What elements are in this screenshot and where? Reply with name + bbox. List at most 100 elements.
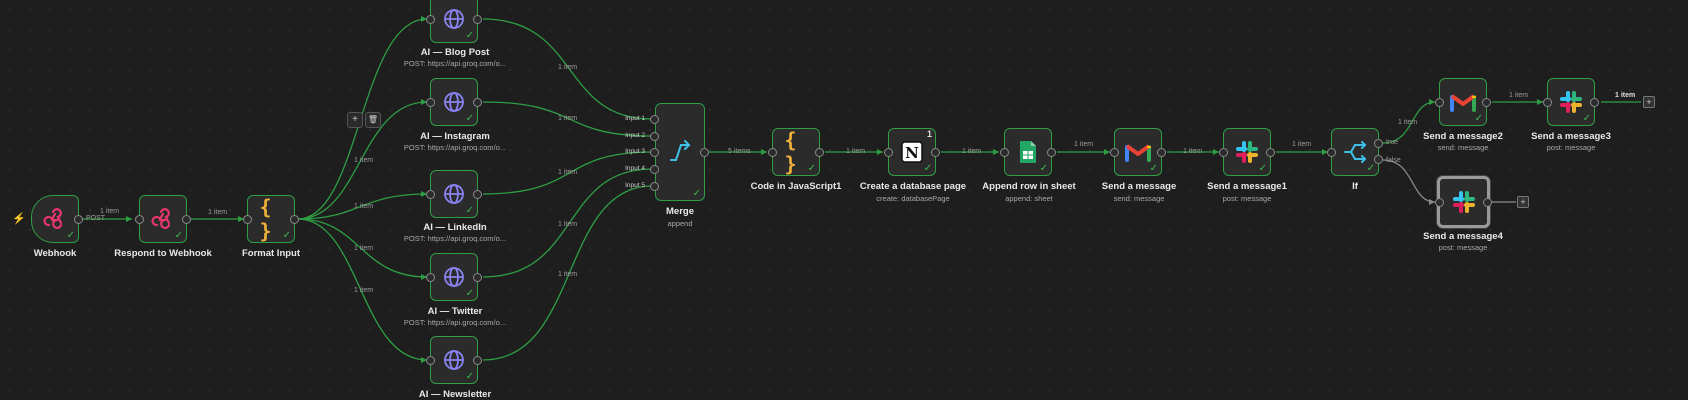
node-ai-linkedin[interactable]: ✓ [426, 170, 482, 218]
edge-item-count: 1 item [558, 64, 578, 71]
success-check-icon: ✓ [465, 371, 474, 382]
input-handle[interactable] [1543, 97, 1552, 107]
output-handle[interactable] [1482, 97, 1491, 107]
output-handle[interactable] [1590, 97, 1599, 107]
merge-input-handle-1[interactable] [650, 115, 659, 124]
webhook-icon [43, 208, 63, 229]
node-title: If [1352, 181, 1358, 192]
merge-icon [670, 140, 691, 161]
add-node-button[interactable]: + [347, 112, 363, 128]
node-title: AI — Blog Post [420, 47, 490, 58]
output-handle[interactable] [700, 147, 709, 157]
input-handle[interactable] [426, 189, 435, 199]
output-handle[interactable] [815, 147, 824, 157]
node-send-message4-slack[interactable] [1435, 176, 1492, 228]
edge-item-count: 1 item [558, 271, 578, 278]
globe-icon [444, 92, 464, 112]
input-handle[interactable] [768, 147, 777, 157]
node-merge[interactable]: ✓ [655, 103, 709, 201]
input-handle[interactable] [135, 214, 144, 224]
node-ai-newsletter[interactable]: ✓ [426, 336, 482, 384]
output-handle[interactable] [473, 14, 482, 24]
delete-node-button[interactable]: 🗑 [365, 112, 381, 128]
success-check-icon: ✓ [692, 188, 701, 199]
slack-icon [1452, 191, 1475, 213]
notion-icon: N [901, 141, 923, 163]
input-handle[interactable] [1327, 147, 1336, 157]
globe-icon [444, 9, 464, 29]
merge-input-handle-5[interactable] [650, 182, 659, 191]
add-next-node-button[interactable]: + [1517, 196, 1529, 208]
output-handle[interactable] [1047, 147, 1056, 157]
edge-item-count: 1 item [558, 221, 578, 228]
input-handle[interactable] [426, 272, 435, 282]
input-handle[interactable] [1435, 97, 1444, 107]
node-send-message1-slack[interactable]: ✓ [1219, 128, 1275, 176]
node-ai-blog-post[interactable]: ✓ [426, 0, 482, 43]
node-webhook[interactable]: ✓ [31, 195, 83, 243]
input-handle[interactable] [426, 355, 435, 365]
merge-input-handle-2[interactable] [650, 132, 659, 141]
output-handle[interactable] [1483, 197, 1492, 207]
input-handle[interactable] [1435, 197, 1444, 207]
success-check-icon: ✓ [1149, 163, 1158, 174]
edge-item-count: 1 item [354, 245, 374, 252]
node-ai-instagram[interactable]: ✓ [426, 78, 482, 126]
node-subtitle: post: message [1222, 194, 1272, 203]
success-check-icon: ✓ [174, 230, 183, 241]
node-send-message3-slack[interactable]: ✓ [1543, 78, 1599, 126]
success-check-icon: ✓ [1474, 113, 1483, 124]
google-sheets-icon [1020, 141, 1036, 163]
edge-item-count: 5 items [728, 148, 751, 155]
input-handle[interactable] [243, 214, 252, 224]
input-handle[interactable] [1219, 147, 1228, 157]
output-handle[interactable] [74, 214, 83, 224]
node-send-message2-gmail[interactable]: ✓ [1435, 78, 1491, 126]
arrow-sheets [993, 149, 999, 155]
node-format-input[interactable]: { } ✓ [243, 195, 299, 243]
output-handle[interactable] [182, 214, 191, 224]
merge-input-label: Input 2 [625, 132, 645, 139]
input-handle[interactable] [1000, 147, 1009, 157]
edge-item-count: 1 item [558, 115, 578, 122]
node-respond-to-webhook[interactable]: ✓ [135, 195, 191, 243]
globe-icon [444, 267, 464, 287]
gmail-icon [1125, 144, 1151, 162]
output-handle-true[interactable] [1374, 138, 1383, 148]
edge-item-count: 1 item [1509, 92, 1529, 99]
output-handle[interactable] [931, 147, 940, 157]
input-handle[interactable] [426, 97, 435, 107]
node-send-message-gmail[interactable]: ✓ [1110, 128, 1166, 176]
input-handle[interactable] [884, 147, 893, 157]
run-count-badge: 1 [926, 129, 932, 139]
node-ai-twitter[interactable]: ✓ [426, 253, 482, 301]
node-if[interactable]: ✓ [1327, 128, 1383, 176]
node-title: Format Input [241, 248, 301, 259]
arrow-webhook-respond [126, 216, 132, 222]
edge-item-count: 1 item [1292, 141, 1312, 148]
node-title: Send a message3 [1531, 131, 1611, 142]
input-handle[interactable] [426, 14, 435, 24]
add-next-node-button[interactable]: + [1643, 96, 1655, 108]
node-create-database-page[interactable]: N 1 ✓ [884, 128, 940, 176]
edge-item-count: 1 item [846, 148, 866, 155]
node-title: AI — LinkedIn [423, 222, 487, 233]
merge-input-handle-3[interactable] [650, 148, 659, 157]
node-code-javascript[interactable]: { } ✓ [768, 128, 824, 176]
output-handle[interactable] [473, 272, 482, 282]
merge-input-handle-4[interactable] [650, 165, 659, 174]
output-handle-false[interactable] [1374, 154, 1383, 164]
output-handle[interactable] [290, 214, 299, 224]
node-append-row-sheet[interactable]: ✓ [1000, 128, 1056, 176]
edge-item-count: 1 item [1398, 119, 1418, 126]
output-handle[interactable] [1157, 147, 1166, 157]
arrow-code [761, 149, 767, 155]
output-handle[interactable] [473, 355, 482, 365]
node-subtitle: post: message [1546, 143, 1596, 152]
input-handle[interactable] [1110, 147, 1119, 157]
output-handle[interactable] [1266, 147, 1275, 157]
edge-item-count: 1 item [354, 287, 374, 294]
output-handle[interactable] [473, 97, 482, 107]
output-handle[interactable] [473, 189, 482, 199]
success-check-icon: ✓ [465, 30, 474, 41]
